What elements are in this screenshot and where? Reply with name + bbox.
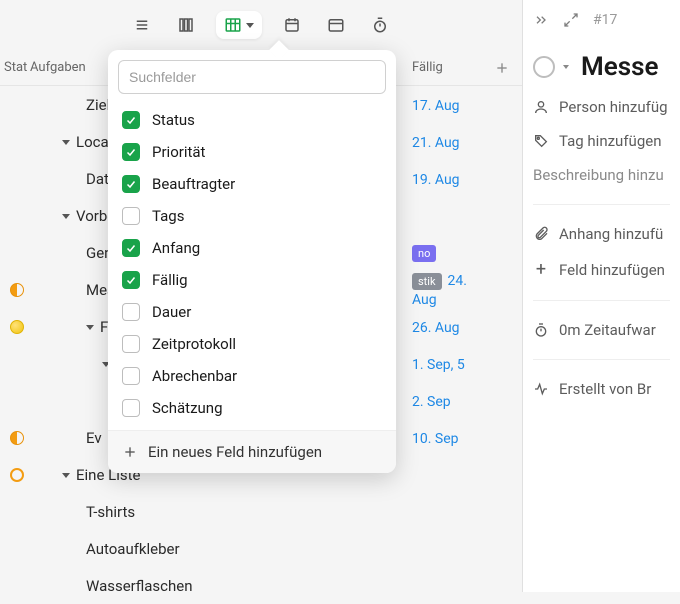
- checkbox-checked-icon[interactable]: [122, 143, 140, 161]
- row-due: 10. Sep: [412, 429, 482, 447]
- row-title: T-shirts: [30, 503, 412, 521]
- checkbox-icon[interactable]: [122, 367, 140, 385]
- detail-panel: #17 Messe Person hinzufüg Tag hinzufügen…: [523, 0, 680, 592]
- field-option[interactable]: Dauer: [108, 296, 396, 328]
- expand-icon[interactable]: [563, 12, 579, 28]
- time-row[interactable]: 0m Zeitaufwar: [523, 313, 680, 347]
- field-option-label: Tags: [152, 207, 184, 225]
- row-status: [0, 431, 30, 445]
- tag-icon: [533, 133, 549, 149]
- add-field-label: Ein neues Feld hinzufügen: [148, 443, 322, 461]
- status-indicator-icon: [10, 431, 24, 445]
- field-option[interactable]: Zeitprotokoll: [108, 328, 396, 360]
- tag-row[interactable]: Tag hinzufügen: [523, 124, 680, 158]
- row-due: 19. Aug: [412, 170, 482, 188]
- table-row[interactable]: Autoaufkleber: [0, 530, 522, 567]
- view-timer-icon[interactable]: [366, 11, 394, 39]
- row-due: 21. Aug: [412, 133, 482, 151]
- table-row[interactable]: T-shirts: [0, 493, 522, 530]
- status-indicator-icon: [10, 283, 24, 297]
- checkbox-icon[interactable]: [122, 335, 140, 353]
- row-due: 1. Sep, 5: [412, 355, 482, 373]
- row-due: no: [412, 243, 482, 262]
- divider: [533, 204, 670, 205]
- description-row[interactable]: Beschreibung hinzu: [523, 158, 680, 192]
- checkbox-checked-icon[interactable]: [122, 175, 140, 193]
- checkbox-icon[interactable]: [122, 303, 140, 321]
- field-option[interactable]: Fällig: [108, 264, 396, 296]
- main-panel: Stat Aufgaben Fällig Ziele setzen17. Aug…: [0, 0, 523, 592]
- fields-popover: Status Priorität Beauftragter Tags Anfang Fäl…: [108, 50, 396, 473]
- field-option-label: Beauftragter: [152, 175, 235, 193]
- table-row[interactable]: Wasserflaschen: [0, 567, 522, 604]
- paperclip-icon: [533, 226, 549, 242]
- field-option-label: Status: [152, 111, 195, 129]
- divider: [533, 359, 670, 360]
- field-option[interactable]: Tags: [108, 200, 396, 232]
- disclosure-icon[interactable]: [62, 214, 70, 219]
- field-option-label: Dauer: [152, 303, 191, 321]
- view-toolbar: [0, 0, 522, 50]
- row-due: 26. Aug: [412, 318, 482, 336]
- divider: [533, 300, 670, 301]
- collapse-icon[interactable]: [533, 12, 549, 28]
- field-option-label: Abrechenbar: [152, 367, 237, 385]
- view-calendar-icon[interactable]: [322, 11, 350, 39]
- field-option-label: Anfang: [152, 239, 200, 257]
- field-option-label: Fällig: [152, 271, 188, 289]
- field-option-label: Priorität: [152, 143, 205, 161]
- disclosure-icon[interactable]: [86, 325, 94, 330]
- plus-icon: [122, 444, 138, 460]
- checkbox-icon[interactable]: [122, 207, 140, 225]
- tag-badge: no: [412, 245, 436, 262]
- chevron-down-icon: [563, 65, 569, 69]
- disclosure-icon[interactable]: [62, 473, 70, 478]
- row-due: 2. Sep: [412, 392, 482, 410]
- view-table-icon[interactable]: [216, 11, 262, 39]
- add-field-row[interactable]: + Feld hinzufügen: [523, 251, 680, 288]
- row-title: Autoaufkleber: [30, 540, 412, 558]
- tag-badge: stik: [412, 273, 442, 290]
- field-option[interactable]: Priorität: [108, 136, 396, 168]
- person-icon: [533, 99, 549, 115]
- field-option-label: Zeitprotokoll: [152, 335, 236, 353]
- row-status: [0, 468, 30, 482]
- field-list: Status Priorität Beauftragter Tags Anfang Fäl…: [108, 100, 396, 430]
- status-indicator-icon: [10, 320, 24, 334]
- field-search-input[interactable]: [118, 60, 386, 94]
- field-option-label: Schätzung: [152, 399, 223, 417]
- row-status: [0, 283, 30, 297]
- header-stat: Stat: [0, 60, 30, 75]
- field-option[interactable]: Anfang: [108, 232, 396, 264]
- view-date-icon[interactable]: [278, 11, 306, 39]
- created-row: Erstellt von Br: [523, 372, 680, 406]
- disclosure-icon[interactable]: [62, 140, 70, 145]
- status-circle-icon[interactable]: [533, 56, 555, 78]
- row-due: 17. Aug: [412, 96, 482, 114]
- chevron-down-icon: [246, 23, 254, 28]
- checkbox-checked-icon[interactable]: [122, 271, 140, 289]
- field-option[interactable]: Abrechenbar: [108, 360, 396, 392]
- add-field-button[interactable]: Ein neues Feld hinzufügen: [108, 430, 396, 473]
- field-option[interactable]: Status: [108, 104, 396, 136]
- header-faellig: Fällig: [412, 60, 482, 75]
- add-column-button[interactable]: [482, 60, 522, 76]
- stopwatch-icon: [533, 322, 549, 338]
- activity-icon: [533, 381, 549, 397]
- row-due: stik24. Aug: [412, 271, 482, 308]
- task-id: #17: [593, 12, 617, 28]
- status-indicator-icon: [10, 468, 24, 482]
- checkbox-checked-icon[interactable]: [122, 239, 140, 257]
- checkbox-checked-icon[interactable]: [122, 111, 140, 129]
- view-board-icon[interactable]: [172, 11, 200, 39]
- assignee-row[interactable]: Person hinzufüg: [523, 90, 680, 124]
- view-list-icon[interactable]: [128, 11, 156, 39]
- row-status: [0, 320, 30, 334]
- task-title[interactable]: Messe: [581, 52, 658, 82]
- plus-icon: +: [533, 259, 549, 280]
- checkbox-icon[interactable]: [122, 399, 140, 417]
- attachment-row[interactable]: Anhang hinzufü: [523, 217, 680, 251]
- field-option[interactable]: Beauftragter: [108, 168, 396, 200]
- field-option[interactable]: Schätzung: [108, 392, 396, 424]
